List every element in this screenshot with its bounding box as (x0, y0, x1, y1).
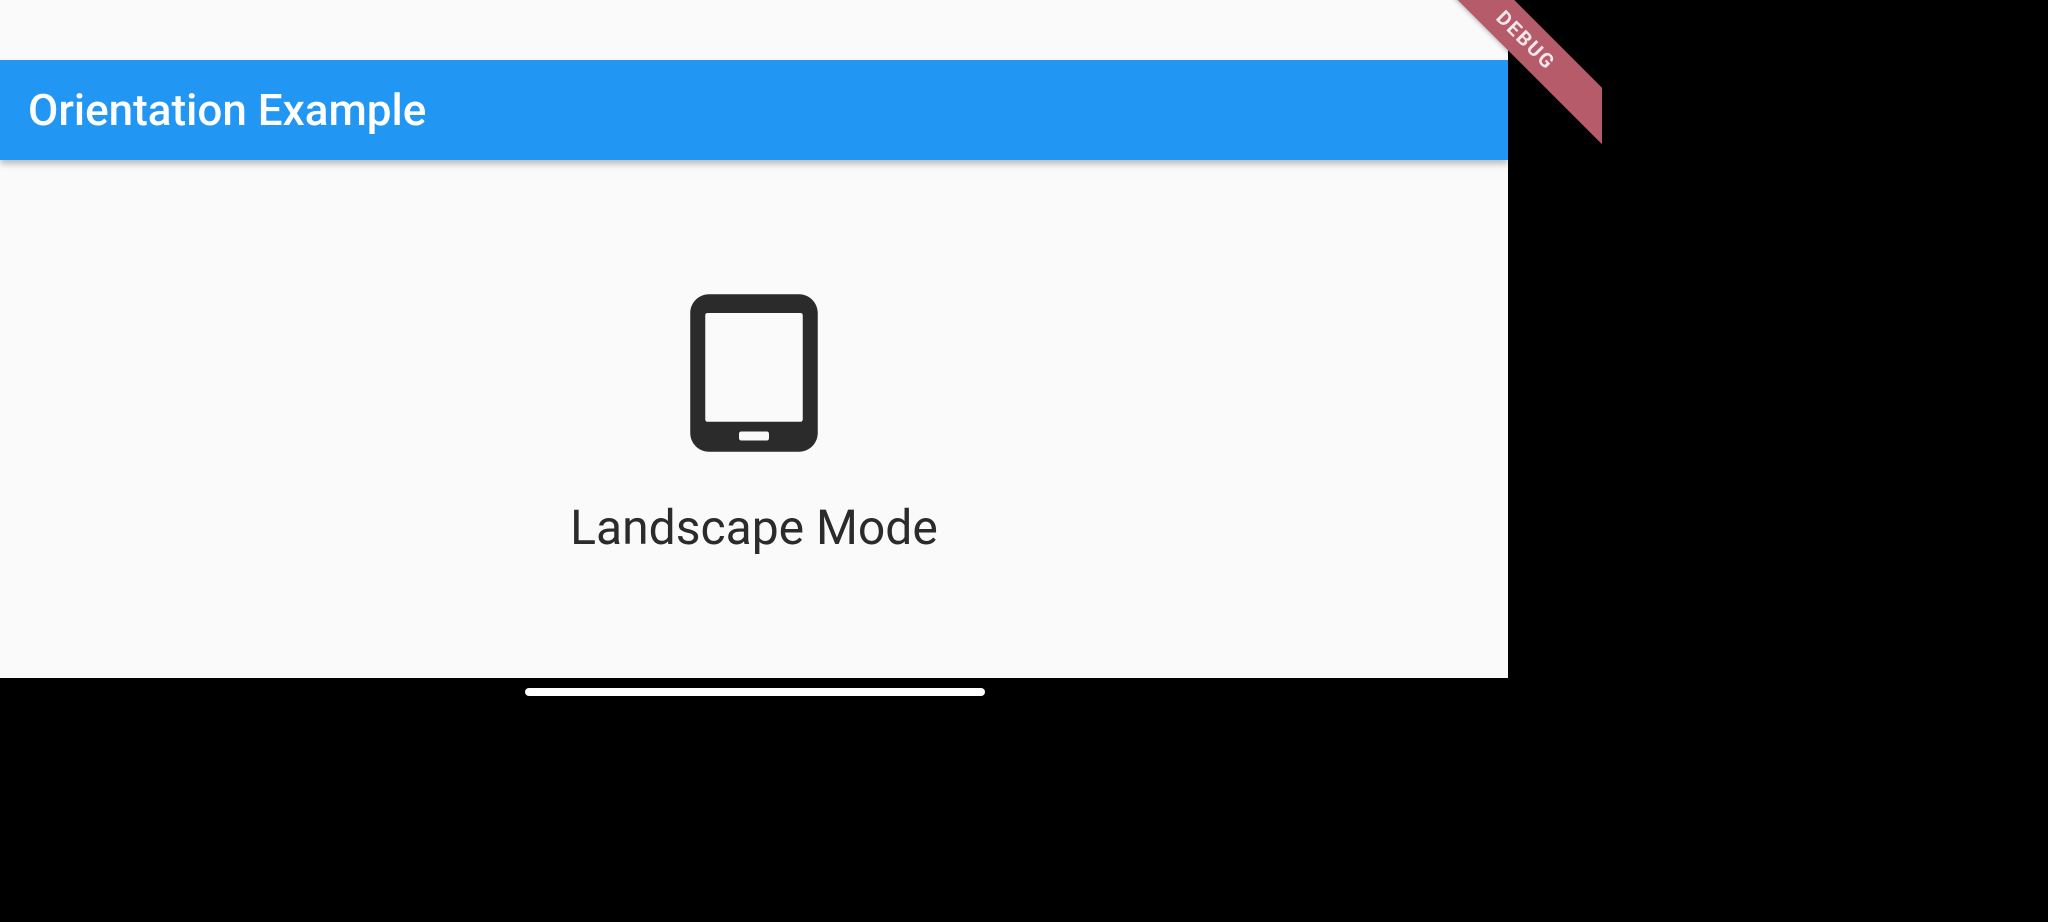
orientation-label: Landscape Mode (570, 499, 938, 556)
app-bar-title: Orientation Example (28, 84, 426, 136)
scaffold-body: Landscape Mode (0, 160, 1508, 678)
gesture-home-indicator[interactable] (525, 688, 985, 696)
app-bar: Orientation Example (0, 60, 1508, 160)
tablet-icon (664, 283, 844, 463)
